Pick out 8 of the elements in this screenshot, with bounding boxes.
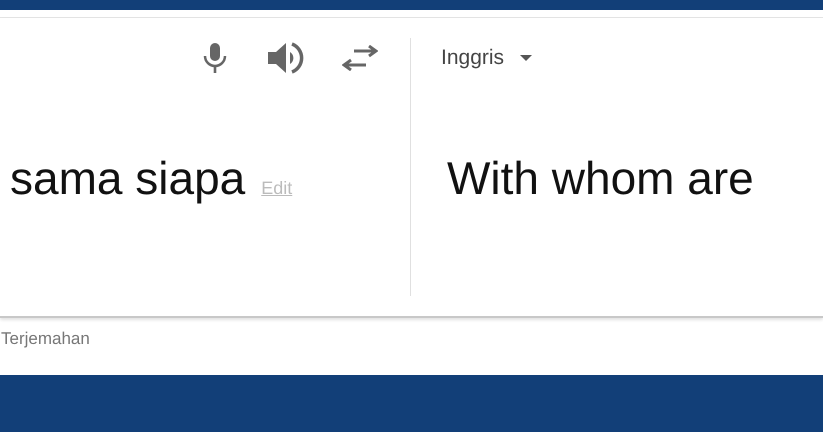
language-dropdown[interactable]: Inggris	[411, 38, 823, 78]
source-text[interactable]: sama siapa	[10, 155, 246, 201]
footer-label: Terjemahan	[0, 328, 91, 350]
mic-icon[interactable]	[202, 42, 228, 74]
speaker-icon[interactable]	[266, 41, 304, 75]
swap-icon[interactable]	[342, 45, 378, 71]
caret-icon	[520, 55, 532, 61]
translated-text: With whom are	[447, 152, 754, 204]
